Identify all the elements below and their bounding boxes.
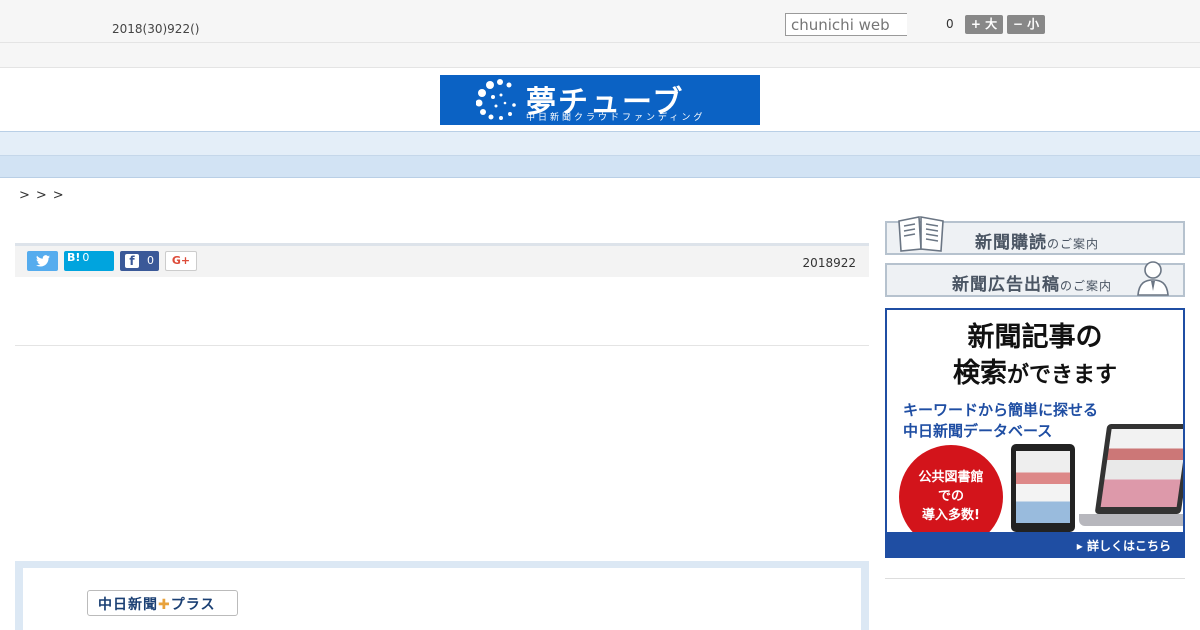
utility-bar: 2018(30)922() 0 + 大 − 小 [0,0,1200,43]
hatena-bookmark-button[interactable]: B! 0 [64,251,114,271]
sidebar-divider [885,578,1185,579]
search-input[interactable] [785,13,907,36]
newspaper-icon [898,216,944,252]
facebook-count: 0 [147,254,154,267]
promo-headline: 新聞記事の 検索ができます [952,322,1117,389]
chunichi-plus-box: 中日新聞✚プラス [15,561,869,630]
dream-tube-banner[interactable]: 夢チューブ 中日新聞クラウドファンディング [440,75,760,125]
laptop-image [1094,424,1183,514]
main-nav [0,131,1200,156]
chunichi-plus-logo[interactable]: 中日新聞✚プラス [87,590,238,616]
facebook-share-button[interactable]: f 0 [120,251,159,271]
plus-logo-suffix: プラス [170,597,216,613]
font-size-count: 0 [946,17,954,31]
laptop-base [1079,514,1183,526]
plus-logo-text: 中日新聞 [98,597,158,613]
promo-lead: キーワードから簡単に探せる 中日新聞データベース [903,401,1099,440]
dots-logo-icon [476,79,516,120]
sub-nav [0,156,1200,178]
banner-subtitle: 中日新聞クラウドファンディング [526,113,706,123]
tablet-image [1011,444,1075,532]
advertising-label: 新聞広告出稿のご案内 [952,275,1113,295]
font-increase-button[interactable]: + 大 [965,15,1003,34]
plus-cross-icon: ✚ [158,597,171,613]
newspaper-database-ad[interactable]: 新聞記事の 検索ができます キーワードから簡単に探せる 中日新聞データベース 公… [885,308,1185,558]
font-decrease-button[interactable]: − 小 [1007,15,1045,34]
subscription-guide-button[interactable]: 新聞購読のご案内 [885,216,1185,255]
advertising-guide-button[interactable]: 新聞広告出稿のご案内 [885,261,1185,297]
hatena-count: 0 [82,251,90,264]
share-bar: B! 0 f 0 G+ 2018922 [15,243,869,277]
twitter-icon [35,255,50,267]
current-date: 2018(30)922() [112,22,200,36]
article-date: 2018922 [802,256,856,270]
facebook-icon: f [125,254,139,268]
twitter-share-button[interactable] [27,251,58,271]
plus-box-inner: 中日新聞✚プラス [23,568,861,630]
businessman-icon [1137,261,1169,296]
subscription-label: 新聞購読のご案内 [975,233,1100,253]
header-strip [0,43,1200,68]
details-link[interactable]: ▸ 詳しくはこちら [887,532,1183,556]
google-plus-button[interactable]: G+ [165,251,197,271]
breadcrumb: >>> [19,188,70,203]
divider [15,345,869,346]
hatena-label: B! [67,251,81,264]
